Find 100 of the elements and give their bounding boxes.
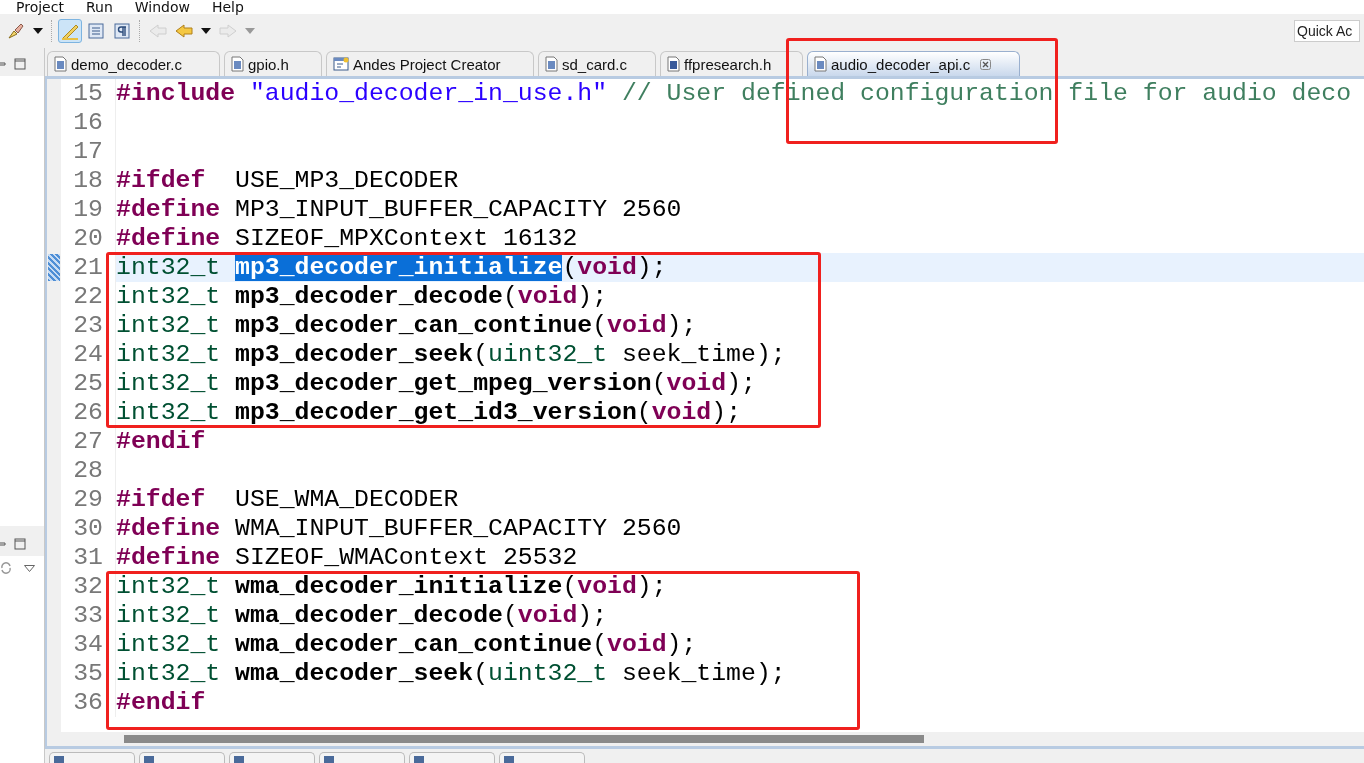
preprocessor-directive: #define (116, 514, 221, 542)
view-tab[interactable] (229, 752, 315, 763)
menu-item[interactable]: Run (85, 0, 113, 14)
code-text: ); (636, 572, 667, 600)
line-number: 19 (61, 195, 116, 224)
line-number: 17 (61, 137, 116, 166)
code-text: MP3_INPUT_BUFFER_CAPACITY 2560 (234, 195, 682, 223)
function-name: mp3_decoder_can_continue (235, 311, 593, 339)
toolbar-highlight-button[interactable] (58, 19, 82, 43)
keyword: void (607, 311, 667, 339)
type-name: int32_t (116, 572, 222, 600)
type-name: int32_t (116, 311, 222, 339)
line-number: 16 (61, 108, 116, 137)
editor-tab[interactable]: demo_decoder.c (47, 51, 220, 76)
type-name: int32_t (116, 369, 222, 397)
line-number: 29 (61, 485, 116, 514)
view-tab[interactable] (139, 752, 225, 763)
view-tab[interactable] (409, 752, 495, 763)
keyword: void (607, 630, 667, 658)
preprocessor-directive: #define (116, 195, 221, 223)
line-number: 28 (61, 456, 116, 485)
view-tab[interactable] (499, 752, 585, 763)
preprocessor-directive: #endif (116, 688, 206, 716)
line-number: 32 (61, 572, 116, 601)
line-number: 27 (61, 427, 116, 456)
code-text: USE_MP3_DECODER (234, 166, 459, 194)
keyword: void (517, 282, 578, 310)
type-name: int32_t (116, 601, 222, 629)
editor-tab[interactable]: gpio.h (224, 51, 322, 76)
editor-tab[interactable]: audio_decoder_api.c (807, 51, 1021, 76)
quick-access-field[interactable]: Quick Ac (1294, 20, 1360, 42)
editor-tab[interactable]: sd_card.c (538, 51, 656, 76)
dropdown-caret-icon[interactable] (30, 28, 46, 34)
function-name: wma_decoder_decode (235, 601, 503, 629)
function-name: wma_decoder_initialize (235, 572, 563, 600)
keyword: void (577, 572, 637, 600)
line-number: 15 (61, 79, 116, 108)
menu-item[interactable]: Help (211, 0, 244, 14)
type-name: int32_t (116, 253, 222, 281)
code-text: seek_time); (620, 659, 786, 687)
type-name: int32_t (116, 340, 222, 368)
code-text: ( (473, 659, 489, 687)
code-text: ); (711, 398, 741, 426)
code-text: ( (473, 340, 489, 368)
arrow-left-icon (173, 23, 195, 39)
line-number: 24 (61, 340, 116, 369)
function-name: mp3_decoder_decode (235, 282, 503, 310)
code-text: ( (502, 282, 518, 310)
preprocessor-directive: #endif (116, 427, 206, 455)
close-icon[interactable] (980, 58, 992, 70)
sync-icon[interactable] (0, 561, 12, 575)
code-text: WMA_INPUT_BUFFER_CAPACITY 2560 (234, 514, 682, 542)
file-icon (54, 56, 67, 72)
type-name: int32_t (116, 398, 222, 426)
preprocessor-directive: #ifdef (116, 485, 206, 513)
keyword: void (577, 253, 637, 281)
type-name: int32_t (116, 659, 222, 687)
line-number: 25 (61, 369, 116, 398)
type-name: uint32_t (488, 340, 608, 368)
line-number: 20 (61, 224, 116, 253)
function-name: wma_decoder_can_continue (235, 630, 593, 658)
type-name: uint32_t (488, 659, 608, 687)
code-text: SIZEOF_WMAContext 25532 (234, 543, 578, 571)
maximize-icon[interactable] (14, 538, 26, 550)
code-text: ); (636, 253, 667, 281)
arrow-right-icon (217, 23, 239, 39)
line-number: 36 (61, 688, 116, 717)
function-name: wma_decoder_seek (235, 659, 474, 687)
file-icon (545, 56, 558, 72)
string-literal: "audio_decoder_in_use.h" (249, 79, 609, 107)
code-text: ); (666, 311, 697, 339)
function-name: mp3_decoder_seek (235, 340, 474, 368)
preprocessor-directive: #define (116, 224, 221, 252)
line-number: 35 (61, 659, 116, 688)
line-number: 34 (61, 630, 116, 659)
file-icon (814, 56, 827, 72)
line-number: 18 (61, 166, 116, 195)
line-number: 23 (61, 311, 116, 340)
editor-tab[interactable]: Andes Project Creator (326, 51, 534, 76)
menu-item[interactable]: Project (16, 0, 64, 14)
code-text: ( (502, 601, 518, 629)
line-number: 26 (61, 398, 116, 427)
line-number: 33 (61, 601, 116, 630)
type-name: int32_t (116, 282, 222, 310)
view-tab[interactable] (49, 752, 135, 763)
maximize-icon[interactable] (14, 58, 26, 70)
code-text: ); (577, 282, 608, 310)
editor-tab[interactable]: ffpresearch.h (660, 51, 803, 76)
menu-item[interactable]: Window (134, 0, 190, 14)
selected-text: mp3_decoder_initialize (235, 253, 563, 281)
keyword: void (517, 601, 578, 629)
line-number: 31 (61, 543, 116, 572)
horizontal-scrollbar[interactable] (47, 732, 1364, 746)
dropdown-caret-icon[interactable] (198, 28, 214, 34)
code-text: seek_time); (620, 340, 786, 368)
code-text: ); (666, 630, 697, 658)
view-tab[interactable] (319, 752, 405, 763)
code-text: ( (592, 311, 608, 339)
keyword: void (651, 398, 712, 426)
code-text: USE_WMA_DECODER (234, 485, 459, 513)
